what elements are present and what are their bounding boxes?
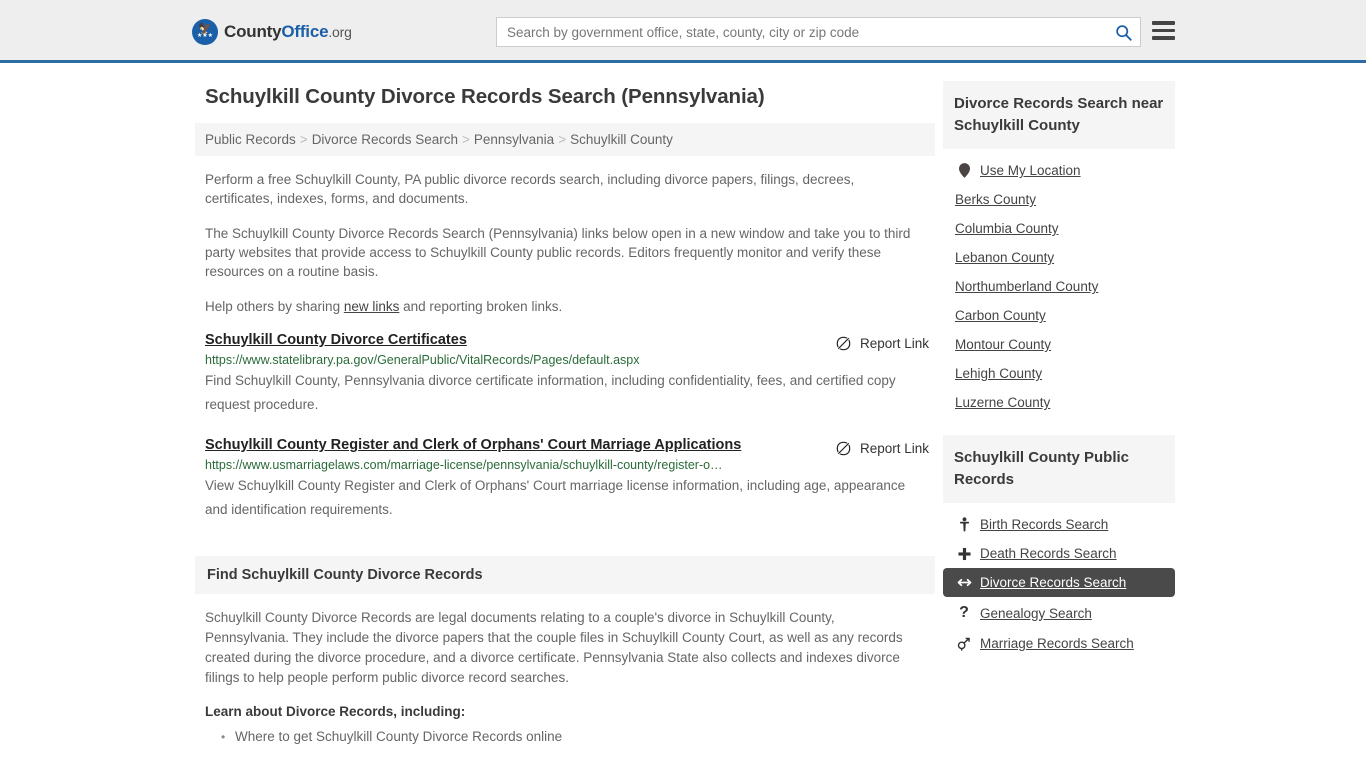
result-description: View Schuylkill County Register and Cler… <box>205 478 906 517</box>
eagle-seal-icon: 🦅 ★★★ <box>192 19 218 45</box>
result-title-link[interactable]: Schuylkill County Register and Clerk of … <box>205 437 741 453</box>
nearby-panel-heading: Divorce Records Search near Schuylkill C… <box>943 81 1175 149</box>
search-bar <box>496 17 1141 47</box>
sidebar-item-label: Use My Location <box>980 163 1081 178</box>
share-paragraph: Help others by sharing new links and rep… <box>205 297 917 316</box>
result-item: Schuylkill County Divorce Certificates R… <box>205 332 935 417</box>
sidebar-item-divorce-records-search[interactable]: Divorce Records Search <box>943 568 1175 597</box>
sidebar: Divorce Records Search near Schuylkill C… <box>943 63 1175 747</box>
sidebar-item-marriage-records-search[interactable]: Marriage Records Search <box>943 629 1175 658</box>
search-icon <box>1115 24 1132 41</box>
breadcrumb-item-schuylkill-county[interactable]: Schuylkill County <box>570 132 673 147</box>
result-title-link[interactable]: Schuylkill County Divorce Certificates <box>205 332 467 348</box>
breadcrumb-separator: > <box>558 132 567 147</box>
search-input[interactable] <box>497 18 1106 46</box>
result-url: https://www.statelibrary.pa.gov/GeneralP… <box>205 353 640 367</box>
brand-part2: Office <box>281 22 329 41</box>
result-header: Schuylkill County Register and Clerk of … <box>205 437 935 453</box>
report-link-label: Report Link <box>859 441 929 456</box>
report-link-label: Report Link <box>859 336 929 351</box>
arrows-split-icon <box>955 577 973 588</box>
sidebar-item-label: Birth Records Search <box>980 517 1109 532</box>
sidebar-item-montour-county[interactable]: Montour County <box>943 330 1175 359</box>
result-url: https://www.usmarriagelaws.com/marriage-… <box>205 458 723 472</box>
result-header: Schuylkill County Divorce Certificates <box>205 332 935 348</box>
hamburger-menu-icon[interactable] <box>1152 21 1175 40</box>
public-records-panel-list: Birth Records Search Death Records Searc… <box>943 503 1175 658</box>
sidebar-item-birth-records-search[interactable]: Birth Records Search <box>943 510 1175 539</box>
site-logo[interactable]: 🦅 ★★★ CountyOffice.org <box>192 19 352 45</box>
report-link-button[interactable]: Report Link <box>836 441 929 456</box>
map-pin-icon <box>955 163 973 178</box>
site-header: 🦅 ★★★ CountyOffice.org <box>0 0 1366 63</box>
sidebar-item-columbia-county[interactable]: Columbia County <box>943 214 1175 243</box>
sidebar-item-label: Genealogy Search <box>980 605 1092 621</box>
sidebar-item-death-records-search[interactable]: Death Records Search <box>943 539 1175 568</box>
sidebar-item-label: Divorce Records Search <box>980 575 1127 590</box>
page-body: Schuylkill County Divorce Records Search… <box>0 63 1366 747</box>
sidebar-item-label: Northumberland County <box>955 279 1099 294</box>
question-mark-icon: ? <box>959 604 969 621</box>
cross-icon <box>955 547 973 561</box>
sidebar-item-label: Lebanon County <box>955 250 1055 265</box>
nearby-panel-list: Use My Location Berks County Columbia Co… <box>943 149 1175 417</box>
section-body: Schuylkill County Divorce Records are le… <box>205 610 903 685</box>
breadcrumb: Public Records > Divorce Records Search > Pe… <box>195 123 935 156</box>
sidebar-item-luzerne-county[interactable]: Luzerne County <box>943 388 1175 417</box>
brand-text: CountyOffice.org <box>224 22 352 42</box>
breadcrumb-item-public-records[interactable]: Public Records <box>205 132 296 147</box>
broken-link-icon <box>836 336 851 351</box>
intro-paragraph-2: The Schuylkill County Divorce Records Se… <box>205 226 911 279</box>
sidebar-item-label: Columbia County <box>955 221 1059 236</box>
sidebar-item-label: Death Records Search <box>980 546 1117 561</box>
sidebar-item-use-my-location[interactable]: Use My Location <box>943 156 1175 185</box>
nearby-searches-panel: Divorce Records Search near Schuylkill C… <box>943 81 1175 417</box>
mars-venus-icon <box>955 637 973 651</box>
breadcrumb-separator: > <box>462 132 470 147</box>
sidebar-item-label: Lehigh County <box>955 366 1043 381</box>
hamburger-bar <box>1152 28 1175 32</box>
brand-part1: County <box>224 22 282 41</box>
sidebar-item-label: Marriage Records Search <box>980 636 1134 651</box>
list-item: Where to get Schuylkill County Divorce R… <box>221 727 935 747</box>
sidebar-item-northumberland-county[interactable]: Northumberland County <box>943 272 1175 301</box>
result-item: Schuylkill County Register and Clerk of … <box>205 437 935 522</box>
sidebar-item-berks-county[interactable]: Berks County <box>943 185 1175 214</box>
share-text-before: Help others by sharing <box>205 299 344 314</box>
breadcrumb-item-divorce-records-search[interactable]: Divorce Records Search <box>312 132 458 147</box>
intro-paragraph-1: Perform a free Schuylkill County, PA pub… <box>205 172 855 206</box>
result-description: Find Schuylkill County, Pennsylvania div… <box>205 373 896 412</box>
report-link-button[interactable]: Report Link <box>836 336 929 351</box>
search-button[interactable] <box>1106 18 1140 46</box>
breadcrumb-separator: > <box>299 132 308 147</box>
broken-link-icon <box>836 441 851 456</box>
brand-tld: .org <box>328 24 352 40</box>
public-records-panel-heading: Schuylkill County Public Records <box>943 435 1175 503</box>
hamburger-bar <box>1152 21 1175 25</box>
sidebar-item-lehigh-county[interactable]: Lehigh County <box>943 359 1175 388</box>
share-text-after: and reporting broken links. <box>399 299 563 314</box>
main-content: Schuylkill County Divorce Records Search… <box>195 63 935 747</box>
public-records-panel: Schuylkill County Public Records Birth R… <box>943 435 1175 658</box>
sidebar-item-lebanon-county[interactable]: Lebanon County <box>943 243 1175 272</box>
learn-about-heading: Learn about Divorce Records, including: <box>205 704 466 719</box>
section-heading: Find Schuylkill County Divorce Records <box>195 556 935 594</box>
baby-icon <box>955 517 973 532</box>
sidebar-item-label: Carbon County <box>955 308 1046 323</box>
learn-about-list: Where to get Schuylkill County Divorce R… <box>205 727 935 747</box>
sidebar-item-label: Luzerne County <box>955 395 1051 410</box>
sidebar-item-carbon-county[interactable]: Carbon County <box>943 301 1175 330</box>
sidebar-item-genealogy-search[interactable]: ? Genealogy Search <box>943 597 1175 629</box>
breadcrumb-item-pennsylvania[interactable]: Pennsylvania <box>474 132 554 147</box>
sidebar-item-label: Berks County <box>955 192 1037 207</box>
new-links-link[interactable]: new links <box>344 299 400 314</box>
sidebar-item-label: Montour County <box>955 337 1052 352</box>
hamburger-bar <box>1152 36 1175 40</box>
page-title: Schuylkill County Divorce Records Search… <box>205 85 765 108</box>
